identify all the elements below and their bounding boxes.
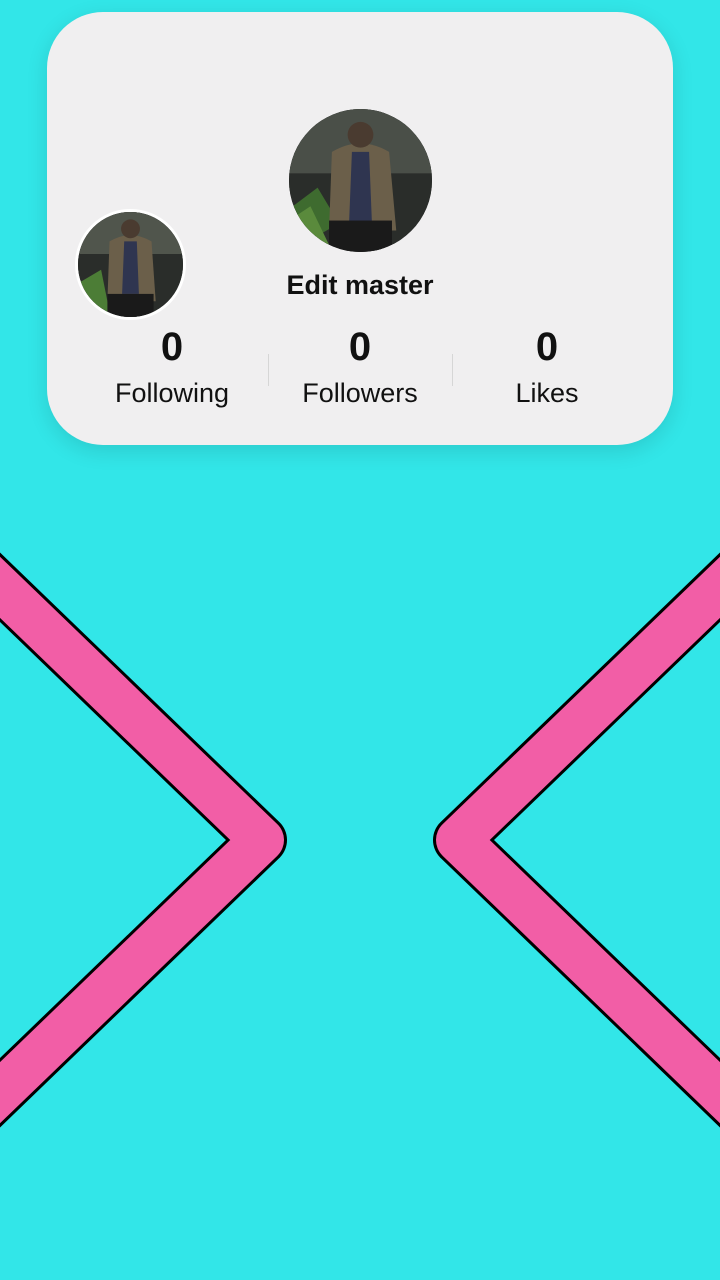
chevron-left-icon bbox=[433, 552, 720, 1128]
decorative-chevrons bbox=[0, 552, 720, 1128]
chevron-right-icon bbox=[0, 552, 287, 1128]
